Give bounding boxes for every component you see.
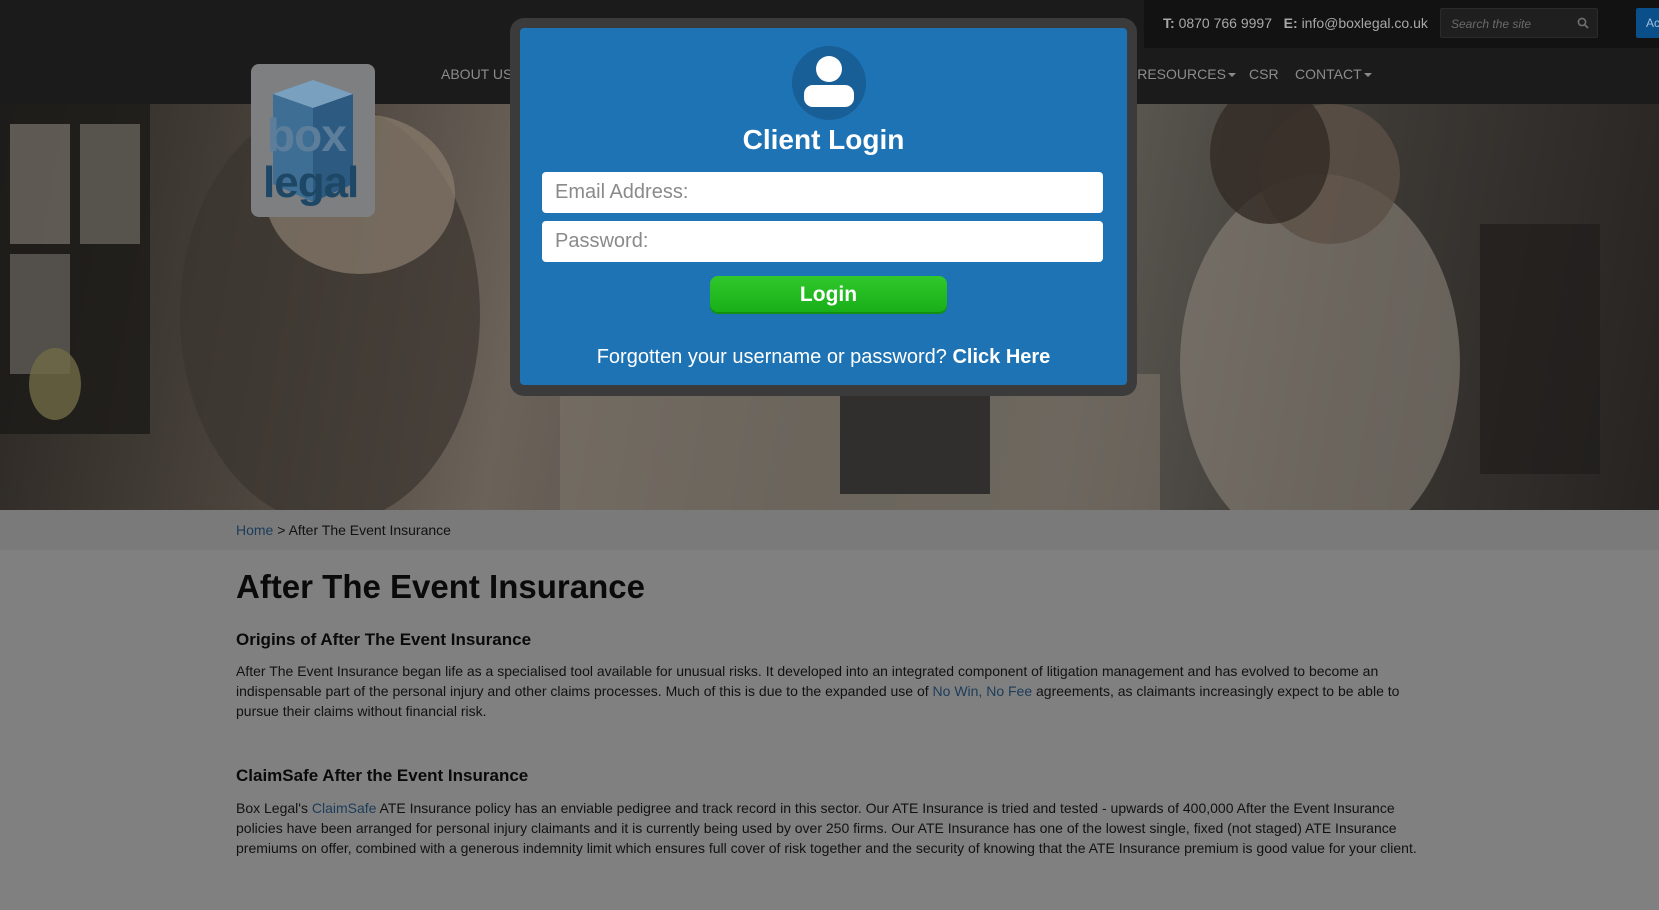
account-button[interactable]: Ac	[1636, 8, 1659, 38]
nav-label: E RESOURCES	[1124, 66, 1226, 82]
modal-title: Client Login	[742, 124, 905, 155]
nav-label: ABOUT US	[441, 66, 513, 82]
breadcrumb-home-link[interactable]: Home	[236, 522, 273, 538]
section-paragraph-claimsafe: Box Legal's ClaimSafe ATE Insurance poli…	[236, 798, 1426, 858]
breadcrumb: Home > After The Event Insurance	[0, 510, 1659, 550]
breadcrumb-separator: >	[277, 522, 286, 538]
phone-number[interactable]: 0870 766 9997	[1179, 15, 1272, 31]
search-input[interactable]: Search the site	[1440, 8, 1598, 38]
password-field[interactable]	[542, 221, 1103, 262]
nav-label: CONTACT	[1295, 66, 1362, 82]
login-button[interactable]: Login	[710, 276, 947, 314]
forgot-text: Forgotten your username or password?	[596, 346, 947, 368]
nav-item-resources[interactable]: E RESOURCES	[1124, 66, 1236, 82]
email-field[interactable]	[542, 172, 1103, 213]
logo-word-legal: legal	[263, 158, 359, 207]
section-heading-claimsafe: ClaimSafe After the Event Insurance	[236, 766, 529, 785]
search-icon[interactable]	[1577, 17, 1589, 29]
forgot-credentials: Forgotten your username or password? Cli…	[520, 346, 1127, 369]
email-label: E:	[1283, 15, 1298, 31]
section-heading-origins: Origins of After The Event Insurance	[236, 630, 532, 649]
email-address[interactable]: info@boxlegal.co.uk	[1302, 15, 1428, 31]
nav-item-csr[interactable]: CSR	[1249, 66, 1279, 82]
logo-word-box: box	[267, 109, 347, 161]
nav-label: CSR	[1249, 66, 1279, 82]
page-title: After The Event Insurance	[236, 568, 645, 605]
box-legal-logo[interactable]: box legal	[251, 64, 375, 217]
user-icon	[792, 46, 866, 120]
paragraph-text: ATE Insurance policy has an enviable ped…	[236, 800, 1417, 856]
contact-info: T: 0870 766 9997 E: info@boxlegal.co.uk	[1163, 15, 1428, 31]
nav-item-contact[interactable]: CONTACT	[1295, 66, 1372, 82]
caret-down-icon	[1227, 73, 1236, 78]
account-button-label: Ac	[1646, 16, 1659, 30]
no-win-no-fee-link[interactable]: No Win, No Fee	[933, 683, 1033, 699]
claimsafe-link[interactable]: ClaimSafe	[312, 800, 377, 816]
forgot-click-here-link[interactable]: Click Here	[952, 346, 1050, 368]
section-paragraph-origins: After The Event Insurance began life as …	[236, 661, 1426, 721]
caret-down-icon	[1363, 73, 1372, 78]
search-placeholder: Search the site	[1451, 17, 1532, 31]
paragraph-text: Box Legal's	[236, 800, 312, 816]
breadcrumb-current: After The Event Insurance	[288, 522, 451, 538]
user-icon-glyph	[804, 56, 854, 107]
phone-label: T:	[1163, 15, 1175, 31]
